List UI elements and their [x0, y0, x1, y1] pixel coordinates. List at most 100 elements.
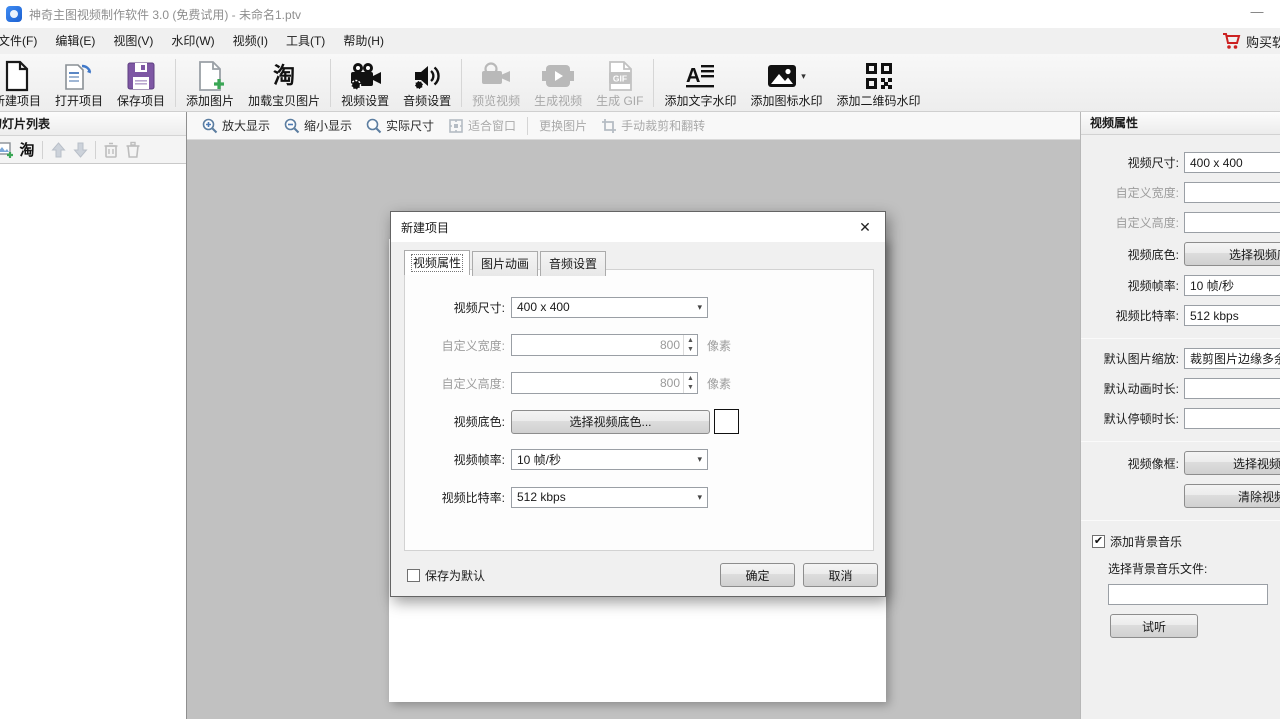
menu-edit[interactable]: 编辑(E) [46, 28, 104, 54]
spinner-arrows-icon: ▲ ▼ [683, 373, 697, 393]
custom-width-spinner: ▲▼ [511, 334, 698, 356]
fit-window-button: 适合窗口 [441, 117, 523, 134]
tab-video-properties[interactable]: 视频属性 [404, 250, 471, 275]
add-image-button[interactable]: 添加图片 [179, 56, 241, 111]
zoom-in-button[interactable]: 放大显示 [195, 117, 277, 134]
move-down-icon [69, 139, 91, 161]
menu-help[interactable]: 帮助(H) [334, 28, 393, 54]
add-image-icon [195, 58, 225, 94]
bitrate-select[interactable]: 512 kbps▾ [511, 486, 708, 508]
menu-tools[interactable]: 工具(T) [277, 28, 334, 54]
pixels-unit-label: 像素 [707, 376, 732, 391]
add-slide-image-icon[interactable] [0, 139, 16, 161]
save-project-button[interactable]: 保存项目 [110, 56, 172, 111]
music-file-input[interactable] [1108, 584, 1268, 605]
fit-window-icon [449, 118, 463, 133]
slide-list-toolbar: 淘 [0, 136, 186, 164]
custom-width-label: 自定义宽度: [1115, 186, 1179, 200]
audio-settings-button[interactable]: 音频设置 [396, 56, 458, 111]
anim-duration-input[interactable] [1184, 378, 1280, 399]
custom-height-label: 自定义高度: [441, 376, 505, 391]
chevron-down-icon: ▾ [697, 301, 702, 312]
toolbar-separator [461, 59, 463, 107]
slide-list-header: 幻灯片列表 [0, 112, 186, 136]
close-icon[interactable]: ✕ [855, 219, 875, 236]
toolbar-separator [175, 59, 177, 107]
crop-icon [602, 118, 617, 133]
video-frame-label: 视频像框: [1127, 456, 1179, 471]
frame-rate-select[interactable]: 10 帧/秒▾ [1184, 275, 1280, 296]
zoom-out-button[interactable]: 缩小显示 [277, 117, 359, 134]
menu-file[interactable]: 文件(F) [0, 28, 46, 54]
toolbar-separator [330, 59, 332, 107]
pause-duration-input[interactable] [1184, 408, 1280, 429]
frame-rate-select[interactable]: 10 帧/秒▾ [511, 448, 708, 470]
panel-separator [1081, 520, 1280, 521]
manual-crop-flip-button: 手动裁剪和翻转 [594, 117, 712, 134]
new-project-dialog: 新建项目 ✕ 视频属性 图片动画 音频设置 视频尺寸: 400 x 400 ▾ 自… [390, 211, 886, 597]
bitrate-label: 视频比特率: [1115, 309, 1179, 323]
default-scale-label: 默认图片缩放: [1103, 352, 1179, 366]
menu-video[interactable]: 视频(I) [224, 28, 277, 54]
bitrate-select[interactable]: 512 kbps▾ [1184, 305, 1280, 326]
default-scale-select[interactable]: 裁剪图片边缘多余 [1184, 348, 1280, 369]
video-size-select[interactable]: 400 x 400▾ [511, 296, 708, 318]
tab-image-animation[interactable]: 图片动画 [472, 251, 539, 276]
custom-height-spinner: ▲▼ [511, 372, 698, 394]
open-project-button[interactable]: 打开项目 [48, 56, 110, 111]
minimize-button[interactable]: — [1244, 2, 1270, 22]
add-qrcode-watermark-button[interactable]: 添加二维码水印 [830, 56, 928, 111]
listen-button[interactable]: 试听 [1110, 614, 1198, 638]
open-project-icon [62, 58, 96, 94]
toolbar-separator [95, 140, 96, 159]
music-file-label: 选择背景音乐文件: [1108, 562, 1208, 576]
delete-slide-icon [100, 139, 122, 161]
bg-color-swatch[interactable] [714, 409, 739, 434]
slide-list[interactable] [0, 164, 186, 719]
save-default-checkbox[interactable] [407, 569, 420, 582]
anim-duration-label: 默认动画时长: [1103, 382, 1179, 396]
spinner-arrows-icon: ▲ ▼ [683, 335, 697, 355]
zoom-in-icon [202, 118, 218, 133]
video-settings-icon [348, 58, 382, 94]
dialog-footer: 保存为默认 确定 取消 [391, 552, 885, 596]
load-taobao-images-button[interactable]: 淘 加载宝贝图片 [241, 56, 327, 111]
title-bar: 神奇主图视频制作软件 3.0 (免费试用) - 未命名1.ptv — [0, 0, 1280, 28]
new-project-button[interactable]: 新建项目 [0, 56, 48, 111]
bg-music-checkbox-row[interactable]: ✔ 添加背景音乐 [1092, 533, 1280, 550]
video-properties-panel: 视频属性 视频尺寸: 400 x 400▾ 自定义宽度: 自定义高度: 视频底色… [1080, 112, 1280, 719]
video-size-select[interactable]: 400 x 400▾ [1184, 152, 1280, 173]
add-icon-watermark-button[interactable]: ▾ 添加图标水印 [744, 56, 830, 111]
menu-watermark[interactable]: 水印(W) [162, 28, 223, 54]
video-size-label: 视频尺寸: [453, 300, 505, 315]
menu-bar: 文件(F) 编辑(E) 视图(V) 水印(W) 视频(I) 工具(T) 帮助(H… [0, 28, 1280, 54]
save-default-row[interactable]: 保存为默认 [407, 567, 485, 584]
clear-video-frame-button[interactable]: 清除视频像框 [1184, 484, 1280, 508]
chevron-down-icon: ▾ [697, 491, 702, 502]
cancel-button[interactable]: 取消 [803, 563, 878, 587]
tab-audio-settings[interactable]: 音频设置 [540, 251, 607, 276]
preview-video-button: 预览视频 [465, 56, 527, 111]
make-gif-button: GIF 生成 GIF [589, 56, 650, 111]
save-project-icon [126, 58, 156, 94]
buy-software-button[interactable]: 购买软件 [1222, 28, 1280, 54]
choose-bg-color-button[interactable]: 选择视频底色... [511, 409, 710, 434]
choose-bg-color-button[interactable]: 选择视频底色... [1184, 242, 1280, 266]
panel-separator [1081, 441, 1280, 442]
pixels-unit-label: 像素 [707, 338, 732, 353]
add-text-watermark-button[interactable]: A 添加文字水印 [657, 56, 743, 111]
video-settings-button[interactable]: 视频设置 [334, 56, 396, 111]
window-title: 神奇主图视频制作软件 3.0 (免费试用) - 未命名1.ptv [29, 7, 302, 22]
ok-button[interactable]: 确定 [720, 563, 795, 587]
main-toolbar: 新建项目 打开项目 保存项目 添加图片 淘 加载宝贝图片 视频设置 音频设置 [0, 54, 1280, 112]
choose-video-frame-button[interactable]: 选择视频像框... [1184, 451, 1280, 475]
dialog-title-bar: 新建项目 ✕ [391, 212, 885, 242]
bg-music-checkbox[interactable]: ✔ [1092, 535, 1105, 548]
clear-all-icon [122, 139, 144, 161]
actual-size-button[interactable]: 实际尺寸 [359, 117, 441, 134]
custom-width-label: 自定义宽度: [441, 338, 505, 353]
chevron-down-icon: ▾ [697, 453, 702, 464]
taobao-icon[interactable]: 淘 [16, 139, 38, 161]
menu-view[interactable]: 视图(V) [104, 28, 162, 54]
replace-image-button: 更换图片 [539, 119, 588, 133]
